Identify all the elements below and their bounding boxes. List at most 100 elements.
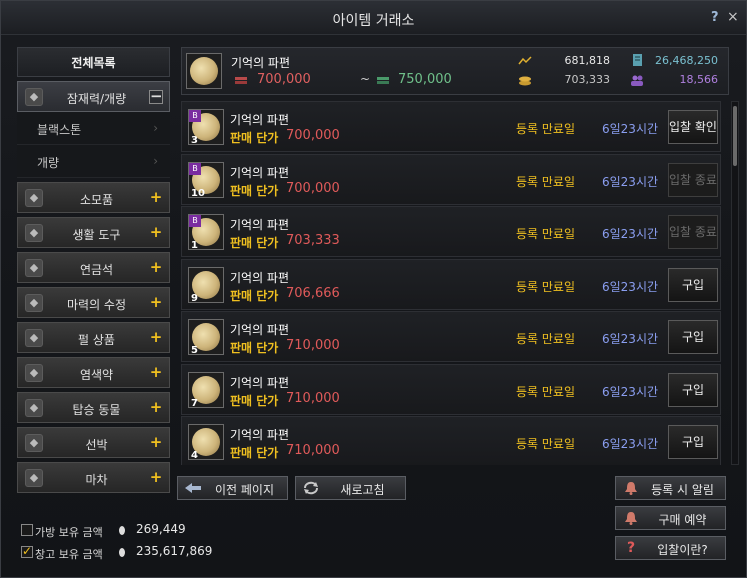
expand-icon[interactable]: + xyxy=(149,225,163,240)
expire-label: 등록 만료일 xyxy=(516,437,576,451)
listing-action-button[interactable]: 구입 xyxy=(668,320,718,354)
sidebar-category[interactable]: ◆ 마력의 수정 + xyxy=(17,287,170,318)
expand-icon[interactable]: + xyxy=(149,365,163,380)
sidebar-category[interactable]: ◆ 마차 + xyxy=(17,462,170,493)
item-slot[interactable]: B1 xyxy=(188,214,224,251)
memory-fragment-icon xyxy=(190,57,218,85)
listing-action-button[interactable]: 입찰 확인 xyxy=(668,110,718,144)
sidebar-category-label: 펄 상품 xyxy=(78,333,115,347)
sidebar-subcategory[interactable]: 블랙스톤 › xyxy=(17,112,170,145)
sidebar-category[interactable]: ◆ 연금석 + xyxy=(17,252,170,283)
unit-price: 700,000 xyxy=(286,180,340,196)
item-slot[interactable]: 5 xyxy=(188,319,224,356)
item-slot[interactable]: 9 xyxy=(188,266,224,304)
sidebar-category-label: 마차 xyxy=(85,473,108,487)
item-market-window: 아이템 거래소 ? × 전체목록 ◆ 잠재력/개량 − 블랙스톤 › 개량 › ◆ 소모품 + ◆ 생… xyxy=(0,0,747,578)
sidebar-category-label: 연금석 xyxy=(79,263,114,277)
listing-row[interactable]: 4 기억의 파편 판매 단가 710,000 등록 만료일 6일23시간 구입 xyxy=(181,416,721,465)
silver-icon xyxy=(119,526,125,535)
item-slot[interactable]: 4 xyxy=(188,424,224,461)
sidebar-category[interactable]: ◆ 생활 도구 + xyxy=(17,217,170,248)
time-remaining: 6일23시간 xyxy=(602,437,659,451)
item-slot[interactable]: 7 xyxy=(188,371,224,409)
refresh-button[interactable]: 새로고침 xyxy=(295,476,406,500)
expand-icon[interactable]: + xyxy=(149,190,163,205)
listing-scrollbar[interactable] xyxy=(731,101,739,465)
time-remaining: 6일23시간 xyxy=(602,332,659,346)
bid-badge: B xyxy=(189,162,201,175)
expire-label: 등록 만료일 xyxy=(516,174,576,189)
expand-icon[interactable]: + xyxy=(149,435,163,450)
sidebar-category[interactable]: ◆ 염색약 + xyxy=(17,357,170,388)
sidebar-category[interactable]: ◆ 펄 상품 + xyxy=(17,322,170,353)
mount-icon: ◆ xyxy=(25,399,43,417)
prev-page-button[interactable]: 이전 페이지 xyxy=(177,476,288,500)
item-count: 7 xyxy=(191,397,198,409)
sidebar-category[interactable]: ◆ 잠재력/개량 − xyxy=(17,81,170,112)
listing-row[interactable]: B 3 기억의 파편 판매 단가 700,000 등록 만료일 6일23시간 입찰 확인 xyxy=(181,101,721,152)
sidebar-category[interactable]: ◆ 소모품 + xyxy=(17,182,170,213)
listing-row[interactable]: 9 기억의 파편 판매 단가 706,666 등록 만료일 6일23시간 구입 xyxy=(181,258,721,310)
refresh-icon xyxy=(304,481,318,495)
listing-item-name: 기억의 파편 xyxy=(230,165,290,180)
listing-row[interactable]: 5 기억의 파편 판매 단가 710,000 등록 만료일 6일23시간 구입 xyxy=(181,311,721,362)
sidebar-category[interactable]: ◆ 탑승 동물 + xyxy=(17,392,170,423)
bell-icon xyxy=(625,512,637,525)
sidebar-subcategory[interactable]: 개량 › xyxy=(17,145,170,178)
min-price: 700,000 xyxy=(257,72,311,87)
collapse-icon[interactable]: − xyxy=(149,89,163,104)
sidebar-subcategory-label: 개량 xyxy=(37,156,60,170)
item-slot[interactable]: B3 xyxy=(188,109,224,146)
bell-icon xyxy=(625,482,637,495)
sidebar-category-label: 생활 도구 xyxy=(72,228,121,242)
listing-row[interactable]: B 10 기억의 파편 판매 단가 700,000 등록 만료일 6일23시간 입찰 종료 xyxy=(181,153,721,205)
help-icon[interactable]: ? xyxy=(711,10,719,25)
unit-price-label: 판매 단가 xyxy=(230,341,279,355)
listing-action-button[interactable]: 입찰 종료 xyxy=(668,215,718,249)
unit-price-label: 판매 단가 xyxy=(230,288,279,303)
inventory-money-label: 가방 보유 금액 xyxy=(35,526,103,539)
listing-action-button[interactable]: 구입 xyxy=(668,372,718,407)
pearl-icon: ◆ xyxy=(25,329,43,347)
listing-action-button[interactable]: 입찰 종료 xyxy=(668,162,718,197)
sidebar-category-label: 선박 xyxy=(85,438,108,452)
max-price-icon xyxy=(377,77,389,84)
item-slot[interactable]: B 10 xyxy=(188,161,224,199)
inventory-money-checkbox[interactable] xyxy=(21,524,33,536)
purchase-reserve-button[interactable]: 구매 예약 xyxy=(615,506,726,530)
expand-icon[interactable]: + xyxy=(149,260,163,275)
tools-icon: ◆ xyxy=(25,224,43,242)
expire-label: 등록 만료일 xyxy=(516,122,576,136)
register-alert-label: 등록 시 알림 xyxy=(651,483,714,497)
warehouse-money-label: 창고 보유 금액 xyxy=(35,548,103,561)
item-count: 10 xyxy=(191,187,205,199)
warehouse-money-checkbox[interactable] xyxy=(21,544,33,558)
expand-icon[interactable]: + xyxy=(149,400,163,415)
expire-label: 등록 만료일 xyxy=(516,384,576,399)
coins-icon xyxy=(519,76,531,86)
expand-icon[interactable]: + xyxy=(149,470,163,485)
item-slot[interactable] xyxy=(186,53,222,89)
all-items-header[interactable]: 전체목록 xyxy=(17,47,170,77)
expire-label: 등록 만료일 xyxy=(516,227,576,241)
register-alert-button[interactable]: 등록 시 알림 xyxy=(615,476,726,500)
expand-icon[interactable]: + xyxy=(149,330,163,345)
listing-action-button[interactable]: 구입 xyxy=(668,267,718,302)
expand-icon[interactable]: + xyxy=(149,295,163,310)
listing-action-button[interactable]: 구입 xyxy=(668,425,718,459)
item-count: 4 xyxy=(191,450,198,461)
expire-label: 등록 만료일 xyxy=(516,332,576,346)
unit-price: 710,000 xyxy=(286,390,340,406)
potion-icon: ◆ xyxy=(25,189,43,207)
dye-icon: ◆ xyxy=(25,364,43,382)
scrollbar-thumb[interactable] xyxy=(733,106,737,166)
listing-row[interactable]: B 1 기억의 파편 판매 단가 703,333 등록 만료일 6일23시간 입찰 종료 xyxy=(181,206,721,257)
title-bar[interactable]: 아이템 거래소 ? × xyxy=(1,1,746,35)
unit-price: 706,666 xyxy=(286,285,340,301)
time-remaining: 6일23시간 xyxy=(602,227,659,241)
what-is-bid-button[interactable]: ? 입찰이란? xyxy=(615,536,726,560)
sidebar-category[interactable]: ◆ 선박 + xyxy=(17,427,170,458)
close-icon[interactable]: × xyxy=(727,9,739,25)
listing-row[interactable]: 7 기억의 파편 판매 단가 710,000 등록 만료일 6일23시간 구입 xyxy=(181,363,721,415)
listing-item-name: 기억의 파편 xyxy=(230,375,290,390)
